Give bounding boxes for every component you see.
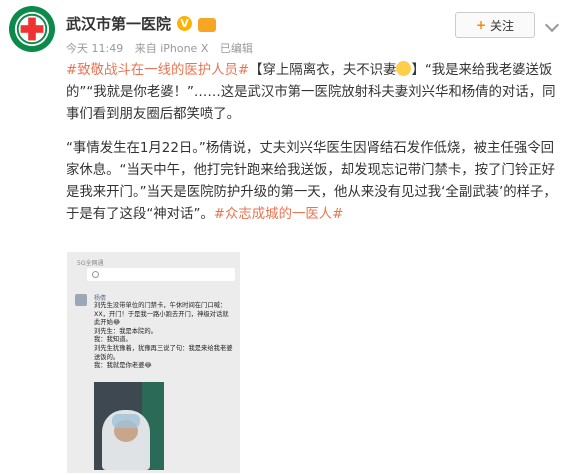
screenshot-sender-avatar	[75, 294, 87, 306]
post-text: 【穿上隔离衣，夫不识妻	[249, 63, 397, 78]
plus-icon: +	[475, 18, 487, 32]
screenshot-line: 我：我知道。	[94, 336, 132, 344]
paragraph-2: “事情发生在1月22日。”杨倩说，丈夫刘兴华医生因肾结石发作低烧，被主任强令回家…	[66, 138, 566, 226]
account-name[interactable]: 武汉市第一医院	[66, 13, 171, 34]
protective-suit-photo	[94, 382, 164, 470]
account-name-row: 武汉市第一医院 V	[66, 13, 217, 34]
screenshot-search-bar	[87, 268, 235, 281]
attached-image[interactable]: 5G全网通 杨倩 刘先生没带单位的门禁卡，午休时间在门口喊：XX，开门！于是我一…	[67, 252, 240, 473]
screenshot-header: 5G全网通	[77, 260, 104, 267]
screenshot-line: 刘先生没带单位的门禁卡，午休时间在门口喊：XX，开门！于是我一路小跑去开门，神级…	[94, 302, 229, 327]
laugh-cry-emoji-icon	[396, 61, 412, 76]
post-time[interactable]: 今天 11:49	[66, 42, 123, 55]
topic-link[interactable]: #众志成城的一医人#	[214, 207, 344, 222]
hospital-logo-avatar[interactable]	[9, 6, 55, 52]
search-icon	[92, 271, 99, 278]
screenshot-line: 刘先生犹豫着，犹豫再三说了句：我是来给我老婆送饭的。	[94, 344, 233, 361]
chevron-down-icon[interactable]	[544, 17, 560, 33]
post-source: 来自 iPhone X	[134, 42, 209, 55]
follow-button[interactable]: + 关注	[455, 12, 535, 38]
member-crown-icon	[198, 17, 217, 32]
screenshot-line: 我：我就是你老婆😂	[94, 362, 152, 370]
paragraph-1: #致敬战斗在一线的医护人员#【穿上隔离衣，夫不识妻 】“我是来给我老婆送饭的”“我…	[66, 60, 566, 126]
screenshot-sender-name: 杨倩	[94, 295, 107, 302]
post-body: #致敬战斗在一线的医护人员#【穿上隔离衣，夫不识妻 】“我是来给我老婆送饭的”“我…	[66, 60, 566, 238]
topic-link[interactable]: #致敬战斗在一线的医护人员#	[66, 63, 249, 78]
edited-label[interactable]: 已编辑	[220, 42, 253, 55]
follow-label: 关注	[490, 18, 515, 33]
post-meta: 今天 11:49 来自 iPhone X 已编辑	[66, 40, 261, 56]
verified-icon: V	[177, 16, 193, 31]
screenshot-message: 刘先生没带单位的门禁卡，午休时间在门口喊：XX，开门！于是我一路小跑去开门，神级…	[94, 302, 234, 371]
hospital-cross-icon	[14, 11, 50, 47]
